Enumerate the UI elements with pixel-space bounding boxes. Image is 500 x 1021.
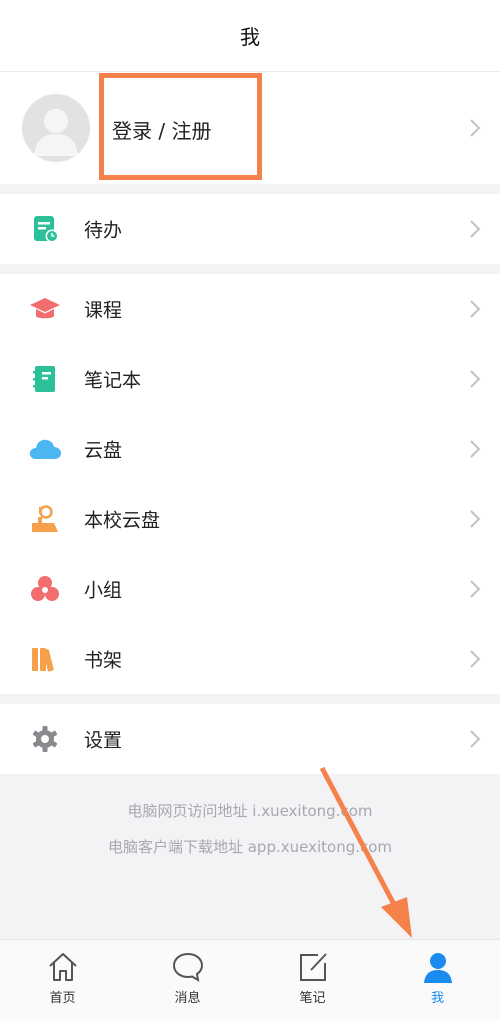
menu-item-label: 云盘 xyxy=(84,439,123,462)
chevron-right-icon xyxy=(470,730,481,748)
chevron-right-icon xyxy=(470,370,481,388)
default-avatar-icon xyxy=(34,109,78,156)
menu-item-label: 待办 xyxy=(84,219,123,242)
menu-item-label: 书架 xyxy=(84,649,123,672)
menu-item-course[interactable]: 课程 xyxy=(0,274,500,344)
tab-label: 笔记 xyxy=(299,991,326,1006)
tab-label: 我 xyxy=(430,991,444,1006)
bookshelf-icon xyxy=(28,642,62,676)
menu-item-todo[interactable]: 待办 xyxy=(0,194,500,264)
gear-icon xyxy=(28,722,62,756)
menu-item-label: 课程 xyxy=(84,299,123,322)
menu-item-settings[interactable]: 设置 xyxy=(0,704,500,774)
menu-item-group[interactable]: 小组 xyxy=(0,554,500,624)
chevron-right-icon xyxy=(470,650,481,668)
menu-item-label: 设置 xyxy=(84,729,123,752)
menu-item-cloud-drive[interactable]: 云盘 xyxy=(0,414,500,484)
menu-item-school-cloud-drive[interactable]: 本校云盘 xyxy=(0,484,500,554)
school-cloud-icon xyxy=(28,502,62,536)
cloud-icon xyxy=(28,432,62,466)
footer-info: 电脑网页访问地址 i.xuexitong.com 电脑客户端下载地址 app.x… xyxy=(0,796,500,868)
settings-group: 设置 xyxy=(0,704,500,774)
menu-item-bookshelf[interactable]: 书架 xyxy=(0,624,500,694)
tab-notes[interactable]: 笔记 xyxy=(250,940,375,1021)
chevron-right-icon xyxy=(470,300,481,318)
menu-item-label: 本校云盘 xyxy=(84,509,161,532)
profile-login-row[interactable]: 登录 / 注册 xyxy=(0,72,500,184)
menu-item-label: 小组 xyxy=(84,579,123,602)
home-icon xyxy=(48,953,77,981)
main-menu-group: 课程 笔记本 云盘 本校云盘 小组 书架 xyxy=(0,274,500,694)
chat-bubble-icon xyxy=(172,952,203,982)
chevron-right-icon xyxy=(470,220,481,238)
web-address-text: 电脑网页访问地址 i.xuexitong.com xyxy=(127,802,373,820)
menu-item-notebook[interactable]: 笔记本 xyxy=(0,344,500,414)
avatar[interactable] xyxy=(22,94,90,162)
todo-icon xyxy=(28,212,62,246)
group-icon xyxy=(28,572,62,606)
tab-label: 消息 xyxy=(174,991,201,1006)
tab-messages[interactable]: 消息 xyxy=(125,940,250,1021)
graduation-cap-icon xyxy=(28,292,62,326)
note-edit-icon xyxy=(299,953,327,981)
bottom-tab-bar: 首页 消息 笔记 我 xyxy=(0,939,500,1021)
chevron-right-icon xyxy=(470,119,481,137)
top-bar: 我 xyxy=(0,0,500,72)
tab-me[interactable]: 我 xyxy=(375,940,500,1021)
person-icon xyxy=(423,953,452,983)
notebook-icon xyxy=(28,362,62,396)
client-download-text: 电脑客户端下载地址 app.xuexitong.com xyxy=(107,838,393,856)
tab-label: 首页 xyxy=(49,991,76,1006)
tab-home[interactable]: 首页 xyxy=(0,940,125,1021)
todo-group: 待办 xyxy=(0,194,500,264)
highlight-annotation-box xyxy=(99,73,262,180)
page-title: 我 xyxy=(240,25,260,49)
chevron-right-icon xyxy=(470,580,481,598)
menu-item-label: 笔记本 xyxy=(84,369,142,392)
chevron-right-icon xyxy=(470,510,481,528)
chevron-right-icon xyxy=(470,440,481,458)
